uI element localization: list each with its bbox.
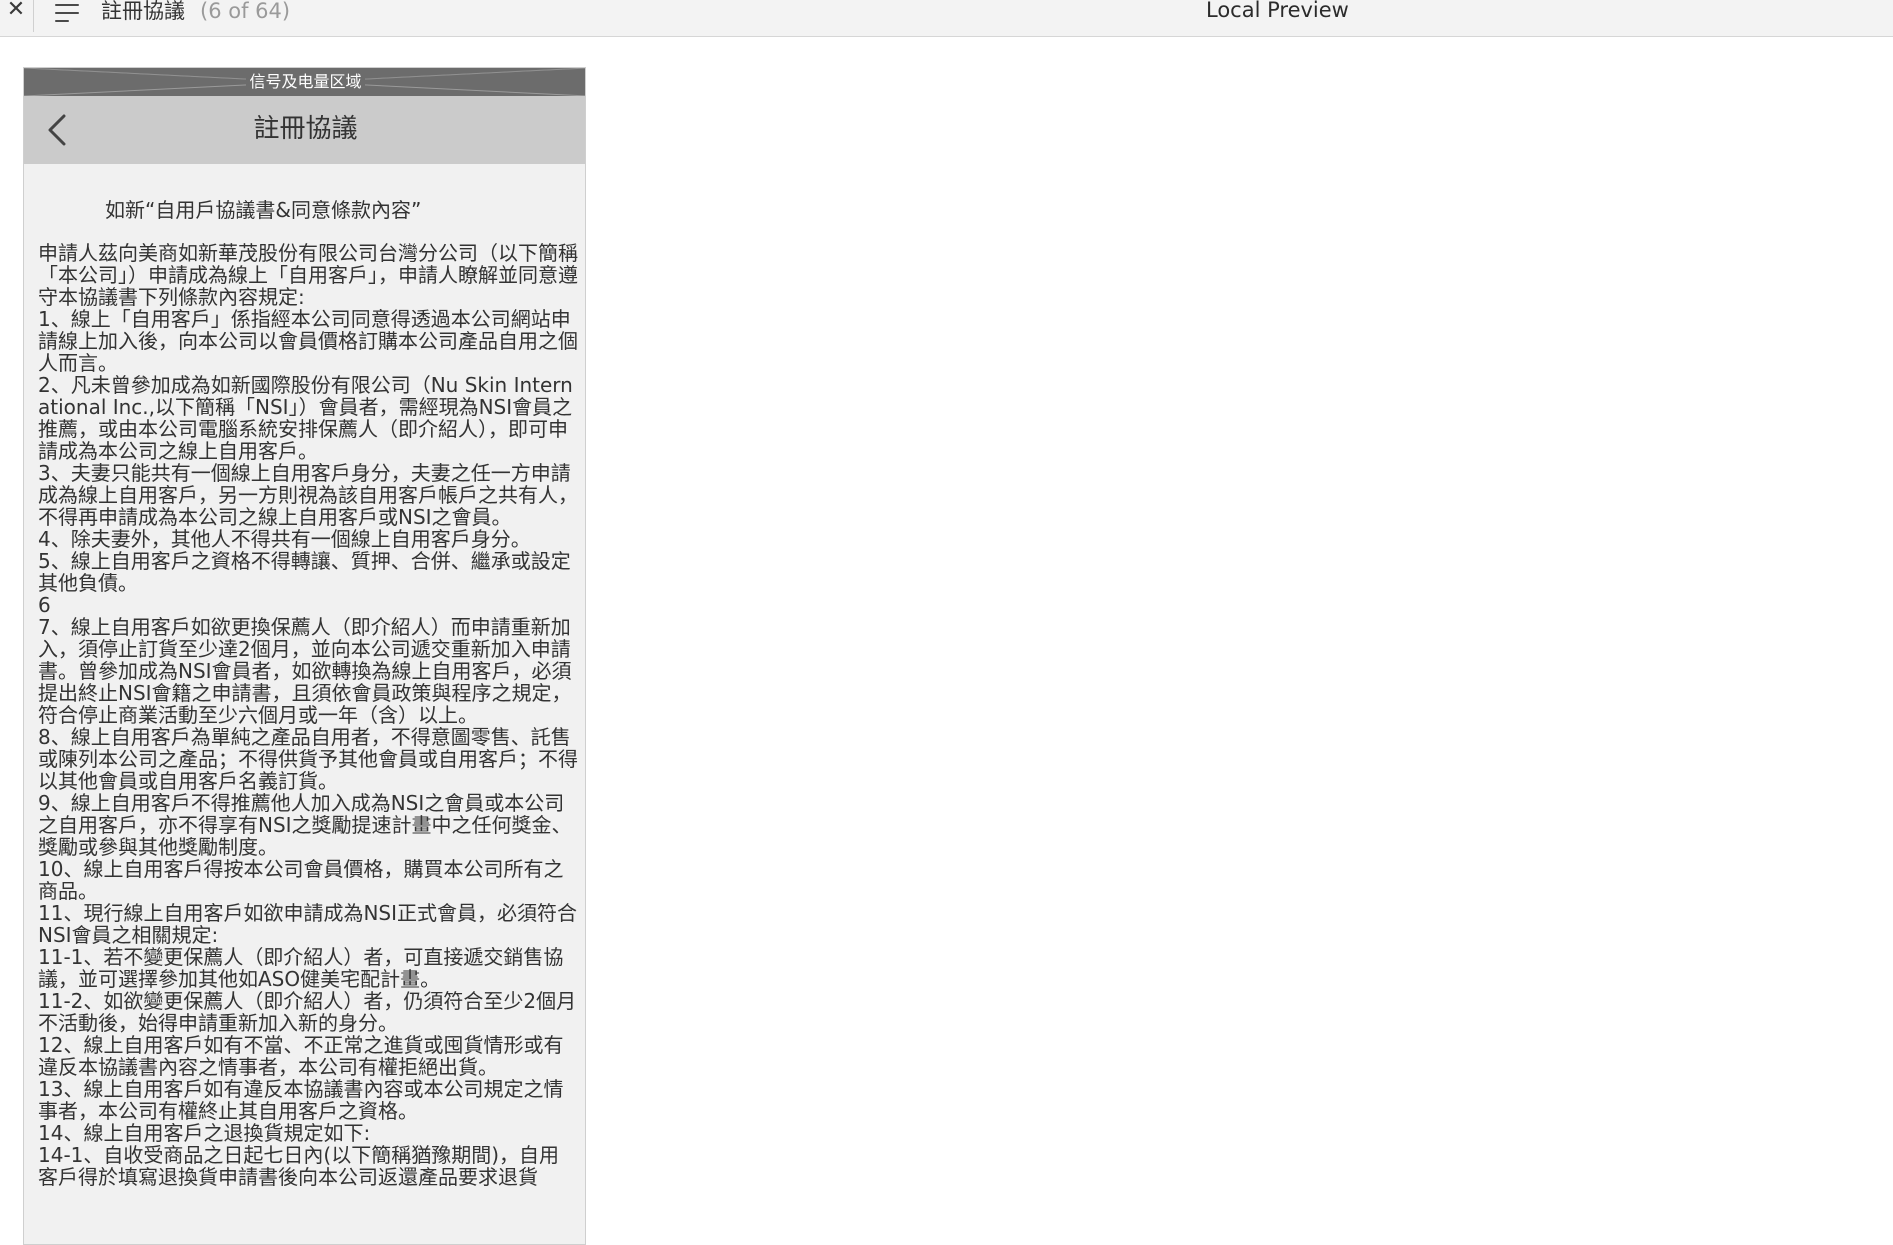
status-bar-placeholder: 信号及电量区域: [24, 68, 585, 96]
agreement-paragraph: 11-2、如欲變更保薦人（即介紹人）者，仍須符合至少2個月不活動後，始得申請重新…: [38, 989, 577, 1035]
agreement-paragraph: 申請人茲向美商如新華茂股份有限公司台灣分公司（以下簡稱「本公司」）申請成為線上「…: [38, 241, 578, 309]
app-title: Local Preview: [1206, 0, 1349, 22]
agreement-paragraph: 14-1、自收受商品之日起七日內(以下簡稱猶豫期間)，自用客戶得於填寫退換貨申請…: [38, 1143, 559, 1189]
agreement-paragraph: 6: [38, 593, 51, 617]
menu-icon[interactable]: [53, 1, 81, 23]
page-title: 註冊協議: [253, 114, 358, 144]
agreement-paragraph: 8、線上自用客戶為單純之產品自用者，不得意圖零售、託售或陳列本公司之產品；不得供…: [38, 725, 578, 793]
document-title: 註冊協議: [101, 0, 185, 23]
close-icon[interactable]: ✕: [3, 0, 29, 22]
agreement-paragraph: 1、線上「自用客戶」係指經本公司同意得透過本公司網站申請線上加入後，向本公司以會…: [38, 307, 578, 375]
agreement-paragraph: 2、凡未曾參加成為如新國際股份有限公司（Nu Skin Internationa…: [38, 373, 573, 463]
agreement-content: 如新“自用戶協議書&同意條款內容” 申請人茲向美商如新華茂股份有限公司台灣分公司…: [38, 198, 578, 1188]
agreement-paragraph: 9、線上自用客戶不得推薦他人加入成為NSI之會員或本公司之自用客戶，亦不得享有N…: [38, 791, 572, 859]
agreement-paragraph: 5、線上自用客戶之資格不得轉讓、質押、合併、繼承或設定其他負債。: [38, 549, 571, 595]
agreement-paragraphs: 申請人茲向美商如新華茂股份有限公司台灣分公司（以下簡稱「本公司」）申請成為線上「…: [38, 242, 578, 1188]
status-bar-label: 信号及电量区域: [24, 71, 585, 93]
navbar: 註冊協議: [24, 96, 585, 164]
toolbar-divider: [33, 0, 34, 32]
agreement-paragraph: 11-1、若不變更保薦人（即介紹人）者，可直接遞交銷售協議，並可選擇參加其他如A…: [38, 945, 564, 991]
agreement-paragraph: 14、線上自用客戶之退換貨規定如下:: [38, 1121, 371, 1145]
agreement-paragraph: 12、線上自用客戶如有不當、不正常之進貨或囤貨情形或有違反本協議書內容之情事者，…: [38, 1033, 564, 1079]
agreement-paragraph: 4、除夫妻外，其他人不得共有一個線上自用客戶身分。: [38, 527, 531, 551]
agreement-paragraph: 11、現行線上自用客戶如欲申請成為NSI正式會員，必須符合NSI會員之相關規定:: [38, 901, 578, 947]
agreement-paragraph: 13、線上自用客戶如有違反本協議書內容或本公司規定之情事者，本公司有權終止其自用…: [38, 1077, 564, 1123]
agreement-paragraph: 3、夫妻只能共有一個線上自用客戶身分，夫妻之任一方申請成為線上自用客戶，另一方則…: [38, 461, 578, 529]
page-count: (6 of 64): [200, 0, 291, 23]
agreement-paragraph: 10、線上自用客戶得按本公司會員價格，購買本公司所有之商品。: [38, 857, 564, 903]
toolbar: ✕ 註冊協議 (6 of 64) Local Preview: [0, 0, 1893, 37]
agreement-title: 如新“自用戶協議書&同意條款內容”: [105, 198, 422, 222]
agreement-paragraph: 7、線上自用客戶如欲更換保薦人（即介紹人）而申請重新加入，須停止訂貨至少達2個月…: [38, 615, 572, 727]
phone-mockup: 信号及电量区域 註冊協議 如新“自用戶協議書&同意條款內容” 申請人茲向美商如新…: [23, 67, 586, 1245]
